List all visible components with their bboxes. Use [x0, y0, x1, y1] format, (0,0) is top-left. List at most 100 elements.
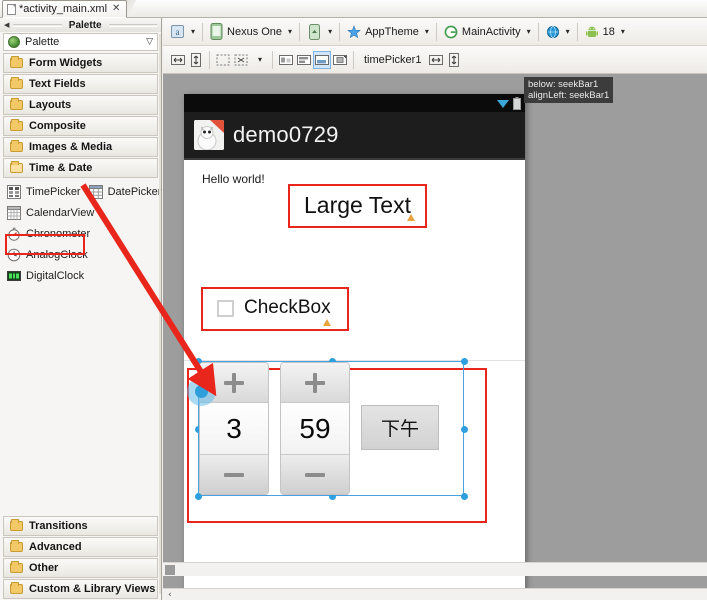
- device-preview[interactable]: demo0729 Hello world! Large Text Check: [184, 94, 525, 588]
- palette-category-time-date[interactable]: Time & Date: [3, 158, 158, 178]
- tab-activity-main-xml[interactable]: *activity_main.xml ✕: [2, 0, 127, 18]
- caret-down-icon[interactable]: ▾: [527, 27, 531, 36]
- toolbar-locale-selector[interactable]: ▾: [543, 23, 573, 41]
- plus-icon: [224, 373, 244, 393]
- palette-item-datepicker[interactable]: DatePicker: [85, 183, 166, 201]
- app-title: demo0729: [233, 122, 339, 148]
- checkbox-square-icon[interactable]: [217, 300, 234, 317]
- hour-decrement-button[interactable]: [200, 454, 268, 494]
- device-title-bar: demo0729: [184, 112, 525, 160]
- category-label: Transitions: [29, 520, 88, 532]
- center-button[interactable]: [331, 51, 349, 69]
- minute-value[interactable]: 59: [281, 403, 349, 454]
- app-launcher-icon: [194, 120, 224, 150]
- category-label: Advanced: [29, 541, 82, 553]
- configuration-toolbar: a ▾ Nexus One ▾ ▾: [163, 18, 707, 46]
- plus-icon: [305, 373, 325, 393]
- wifi-icon: [496, 98, 510, 109]
- caret-down-icon[interactable]: ▾: [566, 27, 570, 36]
- tooltip-line-alignleft: alignLeft: seekBar1: [528, 90, 609, 101]
- palette-header[interactable]: Palette ▽: [3, 33, 158, 51]
- device-content-area[interactable]: Hello world! Large Text CheckBox: [184, 160, 525, 588]
- toolbar-activity-selector[interactable]: MainActivity ▾: [441, 23, 534, 41]
- toolbar-theme-selector[interactable]: AppTheme ▾: [344, 23, 432, 41]
- palette-category-form-widgets[interactable]: Form Widgets: [3, 53, 158, 73]
- timepicker-controls: 3 59: [199, 362, 463, 495]
- match-height-button[interactable]: [187, 51, 205, 69]
- widget-row-calendarview: CalendarView: [3, 202, 158, 223]
- distribute-menu-caret[interactable]: ▾: [250, 51, 268, 69]
- digitalclock-icon: [7, 269, 21, 283]
- device-status-bar: [184, 94, 525, 112]
- caret-down-icon[interactable]: ▾: [191, 27, 195, 36]
- match-width-button[interactable]: [169, 51, 187, 69]
- center-icon: [333, 53, 347, 67]
- large-text-box[interactable]: Large Text: [288, 184, 427, 228]
- align-left-button[interactable]: [295, 51, 313, 69]
- ampm-toggle-button[interactable]: 下午: [361, 405, 439, 450]
- checkbox-box[interactable]: CheckBox: [201, 287, 349, 331]
- widget-row-chronometer: Chronometer: [3, 223, 158, 244]
- palette-scrollbar[interactable]: [159, 34, 161, 594]
- close-icon[interactable]: ✕: [112, 4, 120, 14]
- caret-down-icon[interactable]: ▾: [288, 27, 292, 36]
- hour-value[interactable]: 3: [200, 403, 268, 454]
- hello-world-text[interactable]: Hello world!: [202, 172, 265, 186]
- collapse-left-icon[interactable]: ◀: [4, 22, 9, 29]
- palette-category-custom-library-views[interactable]: Custom & Library Views: [3, 579, 158, 599]
- editor-tab-strip: *activity_main.xml ✕: [0, 0, 707, 18]
- scrollbar-thumb[interactable]: [165, 565, 175, 575]
- align-left-icon: [297, 53, 311, 67]
- palette-category-composite[interactable]: Composite: [3, 116, 158, 136]
- palette-category-text-fields[interactable]: Text Fields: [3, 74, 158, 94]
- palette-category-layouts[interactable]: Layouts: [3, 95, 158, 115]
- toolbar-separator: [202, 23, 203, 41]
- scroll-left-icon[interactable]: ‹: [168, 590, 172, 600]
- palette-item-label: DigitalClock: [26, 270, 84, 282]
- distribute-button[interactable]: [232, 51, 250, 69]
- widget-row-analogclock: AnalogClock: [3, 244, 158, 265]
- design-canvas[interactable]: demo0729 Hello world! Large Text Check: [163, 74, 707, 588]
- canvas-horizontal-scrollbar[interactable]: [163, 562, 707, 576]
- align-bottom-button[interactable]: [313, 51, 331, 69]
- palette-item-calendarview[interactable]: CalendarView: [3, 204, 98, 222]
- toolbar-api-level-selector[interactable]: 18 ▾: [582, 23, 628, 41]
- selection-width-button[interactable]: [427, 51, 445, 69]
- minute-decrement-button[interactable]: [281, 454, 349, 494]
- palette-item-analogclock[interactable]: AnalogClock: [3, 246, 92, 264]
- align-bottom-icon: [315, 53, 329, 67]
- minute-spinner[interactable]: 59: [280, 362, 350, 495]
- palette-item-label: TimePicker: [26, 186, 81, 198]
- palette-category-advanced[interactable]: Advanced: [3, 537, 158, 557]
- palette-panel: ◀ Palette Palette ▽ Form Widgets Text Fi…: [0, 18, 162, 600]
- chevron-down-icon[interactable]: ▽: [146, 37, 153, 47]
- caret-down-icon[interactable]: ▾: [328, 27, 332, 36]
- widget-row-digitalclock: DigitalClock: [3, 265, 158, 286]
- palette-item-chronometer[interactable]: Chronometer: [3, 225, 94, 243]
- android-config-icon: a: [170, 24, 185, 39]
- selection-height-button[interactable]: [445, 51, 463, 69]
- palette-panel-title: Palette: [66, 20, 105, 31]
- checkbox-widget[interactable]: CheckBox: [201, 287, 349, 331]
- align-baseline-button[interactable]: [277, 51, 295, 69]
- minute-increment-button[interactable]: [281, 363, 349, 403]
- caret-down-icon[interactable]: ▾: [425, 27, 429, 36]
- checkbox-label: CheckBox: [244, 297, 331, 319]
- arrows-horizontal-icon: [171, 53, 185, 67]
- palette-bottom-categories: Transitions Advanced Other Custom & Libr…: [0, 516, 161, 600]
- large-text-widget[interactable]: Large Text: [288, 184, 427, 228]
- caret-down-icon[interactable]: ▾: [621, 27, 625, 36]
- palette-item-timepicker[interactable]: TimePicker: [3, 183, 85, 201]
- android-robot-icon: [585, 25, 599, 39]
- datepicker-icon: [89, 185, 103, 199]
- palette-category-transitions[interactable]: Transitions: [3, 516, 158, 536]
- palette-category-images-media[interactable]: Images & Media: [3, 137, 158, 157]
- palette-item-digitalclock[interactable]: DigitalClock: [3, 267, 88, 285]
- palette-category-other[interactable]: Other: [3, 558, 158, 578]
- toolbar-orientation-selector[interactable]: ▾: [304, 22, 335, 42]
- toolbar-rendering-target[interactable]: a ▾: [167, 22, 198, 41]
- toolbar-device-selector[interactable]: Nexus One ▾: [207, 21, 295, 42]
- margins-button[interactable]: [214, 51, 232, 69]
- timepicker-widget[interactable]: 3 59: [187, 368, 487, 523]
- folder-icon: [10, 79, 23, 89]
